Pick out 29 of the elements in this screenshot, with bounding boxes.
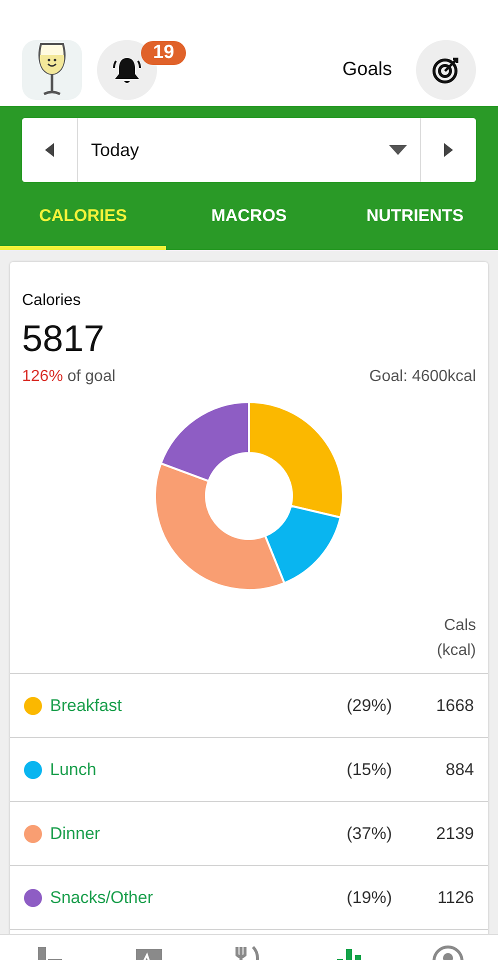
calorie-total: 5817 bbox=[22, 317, 106, 361]
notification-badge: 19 bbox=[141, 41, 186, 65]
percent-cell-text: (37%) bbox=[346, 822, 392, 845]
calories-cell-text: 884 bbox=[444, 758, 474, 781]
meal-link[interactable]: Dinner bbox=[50, 820, 332, 846]
goal-text: Goal: 4600kcal bbox=[369, 367, 476, 387]
meal-link[interactable]: Snacks/Other bbox=[50, 884, 332, 910]
tab[interactable]: MACROS bbox=[166, 182, 332, 250]
meal-link[interactable]: Lunch bbox=[50, 756, 332, 782]
percent-cell-text: (19%) bbox=[346, 886, 392, 909]
card-title: Calories bbox=[22, 291, 82, 311]
bell-icon bbox=[111, 55, 143, 85]
goal-percentage: 126% of goal bbox=[22, 367, 116, 387]
column-header: (kcal) bbox=[436, 641, 476, 661]
left-arrow-icon bbox=[45, 143, 54, 157]
right-arrow-icon bbox=[444, 143, 453, 157]
calories-cell-text: 2139 bbox=[435, 822, 474, 845]
column-header: Cals bbox=[444, 616, 476, 636]
percent-cell-text: (29%) bbox=[346, 694, 392, 717]
caret-icon bbox=[389, 145, 407, 155]
calories-cell-text: 1126 bbox=[436, 886, 474, 909]
percent-cell-text: (15%) bbox=[346, 758, 392, 781]
tab[interactable]: NUTRIENTS bbox=[332, 182, 498, 250]
goals-label: Goals bbox=[342, 58, 392, 82]
meal-link[interactable]: Breakfast bbox=[50, 692, 332, 718]
calories-cell-text: 1668 bbox=[435, 694, 474, 717]
tab[interactable]: CALORIES bbox=[0, 182, 166, 250]
target-icon bbox=[431, 55, 461, 85]
avatar[interactable] bbox=[22, 40, 82, 100]
